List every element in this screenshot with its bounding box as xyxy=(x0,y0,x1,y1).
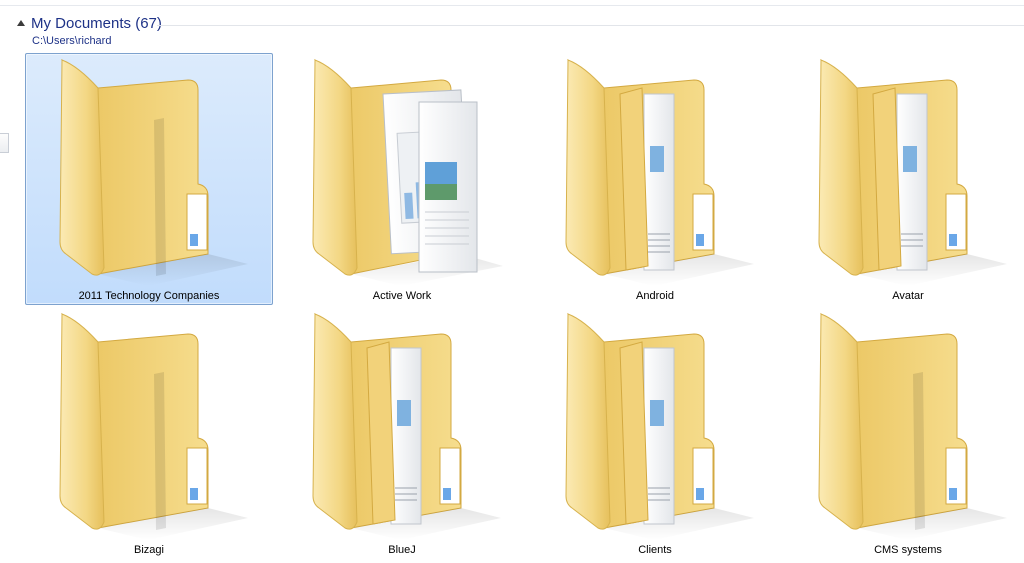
folder-name: 2011 Technology Companies xyxy=(78,290,220,302)
folder-item[interactable]: 2011 Technology Companies xyxy=(25,53,273,305)
group-divider xyxy=(157,25,1024,26)
empty-folder-icon xyxy=(797,308,1021,544)
collapse-arrow-icon[interactable] xyxy=(17,20,25,26)
folder-item[interactable]: Bizagi xyxy=(25,307,273,559)
folder-item[interactable]: Avatar xyxy=(784,53,1024,305)
folder-name: Active Work xyxy=(372,290,432,302)
empty-folder-icon xyxy=(38,54,262,290)
folder-item[interactable]: Android xyxy=(531,53,779,305)
folder-name: Clients xyxy=(638,544,672,556)
group-header[interactable]: My Documents (67) xyxy=(17,14,1024,34)
folder-name: Avatar xyxy=(892,290,924,302)
folder-with-papers-icon xyxy=(797,54,1021,290)
documents-folder-icon xyxy=(291,54,515,290)
folder-name: BlueJ xyxy=(388,544,416,556)
folder-item[interactable]: CMS systems xyxy=(784,307,1024,559)
folder-with-papers-icon xyxy=(291,308,515,544)
folder-item[interactable]: Clients xyxy=(531,307,779,559)
group-title: My Documents (67) xyxy=(31,15,162,32)
navigation-pane-splitter[interactable] xyxy=(0,133,9,153)
folder-name: CMS systems xyxy=(874,544,942,556)
top-divider xyxy=(0,5,1024,6)
empty-folder-icon xyxy=(38,308,262,544)
group-path: C:\Users\richard xyxy=(32,35,112,47)
folder-item[interactable]: Active Work xyxy=(278,53,526,305)
folder-with-papers-icon xyxy=(544,54,768,290)
folder-item[interactable]: BlueJ xyxy=(278,307,526,559)
folder-with-papers-icon xyxy=(544,308,768,544)
folder-name: Bizagi xyxy=(134,544,164,556)
folder-name: Android xyxy=(636,290,674,302)
